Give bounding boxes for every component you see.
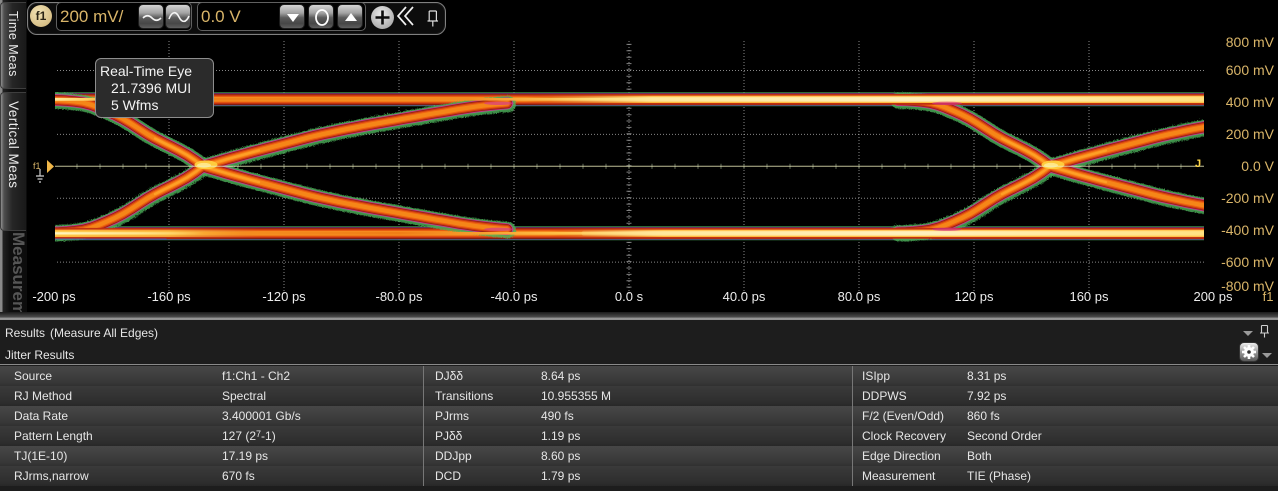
- svg-text:f1: f1: [33, 161, 41, 171]
